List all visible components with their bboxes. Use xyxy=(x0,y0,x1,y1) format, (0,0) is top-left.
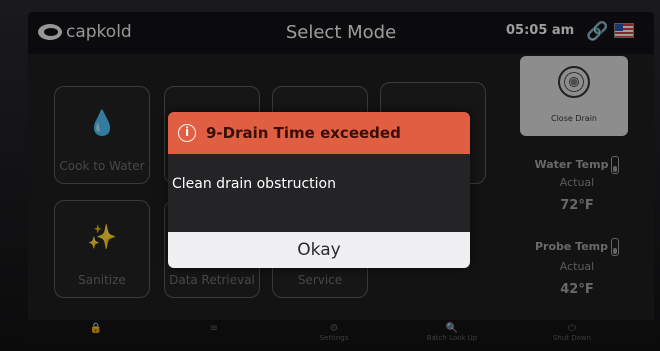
okay-button[interactable]: Okay xyxy=(168,232,470,268)
alert-dialog: i 9-Drain Time exceeded Clean drain obst… xyxy=(168,112,470,268)
device-bezel: capkold Select Mode 05:05 am 🔗 💧 Cook to… xyxy=(0,0,660,351)
touch-screen: capkold Select Mode 05:05 am 🔗 💧 Cook to… xyxy=(28,12,654,346)
alert-header: i 9-Drain Time exceeded xyxy=(168,112,470,154)
alert-body: Clean drain obstruction xyxy=(168,154,470,232)
alert-message: Clean drain obstruction xyxy=(172,176,336,192)
alert-title: 9-Drain Time exceeded xyxy=(206,124,401,142)
info-icon: i xyxy=(178,124,196,142)
